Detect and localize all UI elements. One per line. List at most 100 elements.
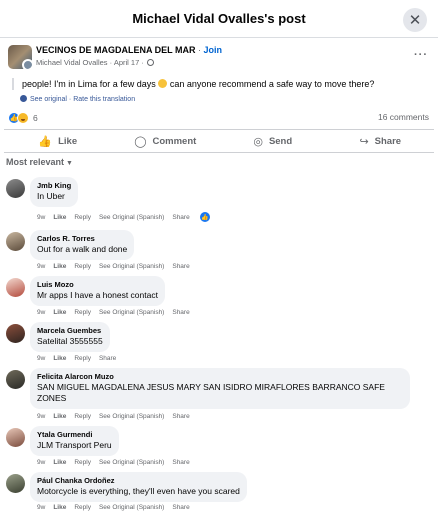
author-meta[interactable]: Michael Vidal Ovalles · April 17 · (36, 58, 144, 67)
comment-reply-button[interactable]: Reply (74, 355, 91, 362)
comment-button[interactable]: ◯ Comment (112, 130, 220, 152)
avatar[interactable] (6, 278, 25, 297)
post-text-start: people! I'm in Lima for a few days (22, 79, 156, 89)
comment-reply-button[interactable]: Reply (74, 504, 91, 511)
comment-share-button[interactable]: Share (172, 413, 189, 420)
author-avatar[interactable] (22, 59, 32, 69)
comment-actions: 9w Like Reply See Original (Spanish) Sha… (37, 504, 190, 511)
comment-actions: 9w Like Reply See Original (Spanish) Sha… (37, 459, 190, 466)
comment-share-button[interactable]: Share (172, 309, 189, 316)
comment-text: SAN MIGUEL MAGDALENA JESUS MARY SAN ISID… (37, 382, 385, 403)
comment-bubble: Carlos R. Torres Out for a walk and done (30, 230, 135, 260)
avatar[interactable] (6, 474, 25, 493)
comment-reply-button[interactable]: Reply (74, 214, 91, 221)
avatar[interactable] (6, 232, 25, 251)
comment-time[interactable]: 9w (37, 355, 45, 362)
comment-actions: 9w Like Reply Share (37, 355, 116, 362)
like-label: Like (58, 135, 78, 147)
comment-share-button[interactable]: Share (99, 355, 116, 362)
comments-count[interactable]: 16 comments (378, 112, 429, 122)
post-dialog-header: Michael Vidal Ovalles's post ✕ (0, 0, 438, 38)
commenter-name[interactable]: Felicita Alarcon Muzo (37, 372, 403, 382)
send-label: Send (268, 135, 293, 147)
comment-label: Comment (152, 135, 197, 147)
dialog-title: Michael Vidal Ovalles's post (132, 11, 306, 26)
reaction-summary[interactable]: 👍 6 (8, 111, 38, 125)
see-original-link[interactable]: See Original (Spanish) (99, 459, 164, 466)
thumbs-up-icon: 👍 (38, 135, 53, 148)
see-original-link[interactable]: See Original (Spanish) (99, 504, 164, 511)
comment-share-button[interactable]: Share (172, 263, 189, 270)
comment-text: JLM Transport Peru (37, 440, 112, 450)
post-text-end: can anyone recommend a safe way to move … (169, 79, 375, 89)
comment-time[interactable]: 9w (37, 263, 45, 270)
messenger-icon: ◎ (253, 135, 263, 148)
comment-reply-button[interactable]: Reply (74, 309, 91, 316)
comment-reply-button[interactable]: Reply (74, 263, 91, 270)
see-original-link[interactable]: See original (30, 96, 67, 103)
see-original-link[interactable]: See Original (Spanish) (99, 413, 164, 420)
comment-bubble: Marcela Guembes Satelital 3555555 (30, 322, 110, 352)
close-icon[interactable]: ✕ (403, 8, 427, 32)
avatar[interactable] (6, 179, 25, 198)
comment-reply-button[interactable]: Reply (74, 413, 91, 420)
translation-bar: See original · Rate this translation (20, 95, 135, 103)
group-line: VECINOS DE MAGDALENA DEL MAR · Join (36, 45, 222, 55)
comment-share-button[interactable]: Share (172, 504, 189, 511)
like-badge-icon[interactable]: 👍 (199, 212, 210, 222)
avatar[interactable] (6, 428, 25, 447)
share-label: Share (374, 135, 402, 147)
comment-actions: 9w Like Reply See Original (Spanish) Sha… (37, 212, 210, 222)
see-original-link[interactable]: See Original (Spanish) (99, 309, 164, 316)
sort-dropdown[interactable]: Most relevant ▼ (6, 157, 73, 167)
commenter-name[interactable]: Jmb King (37, 181, 71, 191)
comment-like-button[interactable]: Like (53, 459, 66, 466)
comment-bubble: Ytala Gurmendi JLM Transport Peru (30, 426, 119, 456)
group-name-link[interactable]: VECINOS DE MAGDALENA DEL MAR (36, 45, 196, 55)
comment-reply-button[interactable]: Reply (74, 459, 91, 466)
comment-like-button[interactable]: Like (53, 355, 66, 362)
comment-time[interactable]: 9w (37, 413, 45, 420)
avatar[interactable] (6, 370, 25, 389)
comment-time[interactable]: 9w (37, 459, 45, 466)
join-group-link[interactable]: Join (204, 45, 223, 55)
comment-share-button[interactable]: Share (172, 214, 189, 221)
see-original-link[interactable]: See Original (Spanish) (99, 263, 164, 270)
commenter-name[interactable]: Pául Chanka Ordoñez (37, 476, 240, 486)
comment-like-button[interactable]: Like (53, 413, 66, 420)
comment-like-button[interactable]: Like (53, 309, 66, 316)
comment-time[interactable]: 9w (37, 309, 45, 316)
commenter-name[interactable]: Luis Mozo (37, 280, 158, 290)
globe-icon (146, 59, 154, 66)
send-button[interactable]: ◎ Send (219, 130, 327, 152)
avatar[interactable] (6, 324, 25, 343)
gear-icon (20, 95, 27, 102)
post-action-bar: 👍 Like ◯ Comment ◎ Send ↪ Share (4, 129, 434, 153)
comment-like-button[interactable]: Like (53, 214, 66, 221)
separator-dot: · (198, 45, 202, 55)
share-button[interactable]: ↪ Share (327, 130, 435, 152)
haha-reaction-icon (17, 112, 29, 124)
group-avatar[interactable] (8, 45, 32, 69)
see-original-link[interactable]: See Original (Spanish) (99, 214, 164, 221)
commenter-name[interactable]: Ytala Gurmendi (37, 430, 112, 440)
comment-text: In Uber (37, 191, 65, 201)
comment-share-button[interactable]: Share (172, 459, 189, 466)
comment-text: Mr apps I have a honest contact (37, 290, 158, 300)
more-options-icon[interactable]: ··· (414, 49, 428, 61)
comment-time[interactable]: 9w (37, 214, 45, 221)
comment-like-button[interactable]: Like (53, 263, 66, 270)
post-body: people! I'm in Lima for a few days can a… (12, 78, 428, 90)
chevron-down-icon: ▼ (66, 160, 73, 167)
commenter-name[interactable]: Marcela Guembes (37, 326, 103, 336)
comment-text: Motorcycle is everything, they'll even h… (37, 486, 240, 496)
comment-text: Out for a walk and done (37, 244, 128, 254)
commenter-name[interactable]: Carlos R. Torres (37, 234, 127, 244)
comment-bubble: Luis Mozo Mr apps I have a honest contac… (30, 276, 165, 306)
rate-translation-link[interactable]: Rate this translation (73, 96, 135, 103)
like-button[interactable]: 👍 Like (4, 130, 112, 152)
comment-time[interactable]: 9w (37, 504, 45, 511)
comment-like-button[interactable]: Like (53, 504, 66, 511)
comment-actions: 9w Like Reply See Original (Spanish) Sha… (37, 309, 190, 316)
reaction-count: 6 (33, 113, 38, 123)
